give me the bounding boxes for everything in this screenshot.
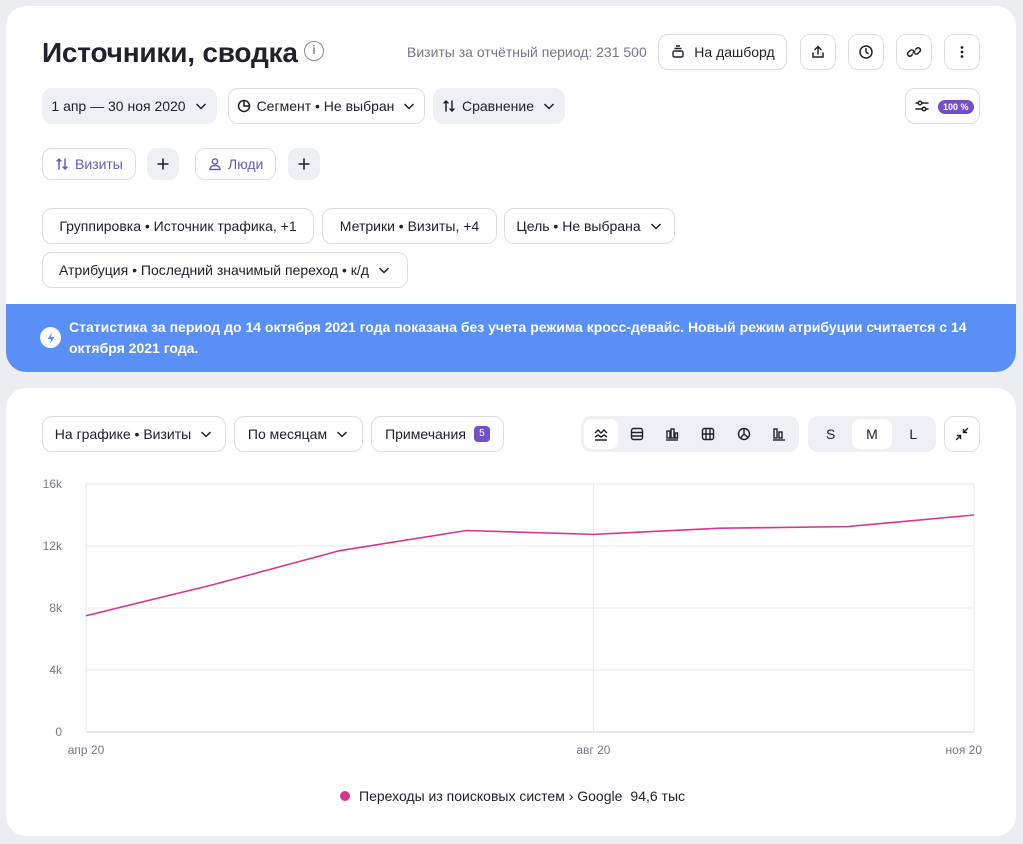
- cross-device-banner: Статистика за период до 14 октября 2021 …: [6, 304, 1016, 372]
- export-button[interactable]: [800, 34, 836, 70]
- data-point: [84, 614, 88, 618]
- data-point: [591, 532, 595, 536]
- info-icon[interactable]: i: [304, 41, 324, 61]
- attribution-select[interactable]: Атрибуция • Последний значимый переход •…: [42, 252, 408, 288]
- segment-label: Сегмент • Не выбран: [256, 98, 395, 114]
- date-range-select[interactable]: 1 апр — 30 ноя 2020: [42, 88, 217, 124]
- y-tick-label: 8k: [49, 601, 63, 615]
- goal-label: Цель • Не выбрана: [516, 218, 641, 234]
- data-point: [972, 513, 976, 517]
- segment-pie-icon: [237, 99, 251, 113]
- data-point: [718, 526, 722, 530]
- clock-icon: [858, 44, 874, 60]
- chart-legend: Переходы из поисковых систем › Google 94…: [340, 788, 685, 804]
- lightning-icon: [40, 327, 61, 348]
- date-range-label: 1 апр — 30 ноя 2020: [51, 98, 186, 114]
- grouping-select[interactable]: Группировка • Источник трафика, +1: [42, 208, 314, 244]
- entity-people-chip[interactable]: Люди: [195, 148, 277, 180]
- link-icon: [906, 44, 922, 60]
- history-button[interactable]: [848, 34, 884, 70]
- compare-icon: [442, 99, 456, 113]
- add-visit-entity-button[interactable]: [147, 148, 179, 180]
- series-line: [85, 514, 975, 617]
- more-button[interactable]: [944, 34, 980, 70]
- dashboard-icon: [670, 44, 686, 60]
- legend-series-name: Переходы из поисковых систем › Google: [359, 788, 623, 804]
- upload-icon: [810, 44, 826, 60]
- comparison-label: Сравнение: [462, 98, 534, 114]
- plus-icon: [297, 157, 311, 171]
- chevron-down-icon: [402, 99, 416, 113]
- banner-text: Статистика за период до 14 октября 2021 …: [69, 319, 967, 356]
- entity-people-label: Люди: [228, 156, 264, 172]
- add-people-entity-button[interactable]: [288, 148, 320, 180]
- y-tick-label: 0: [55, 725, 62, 739]
- x-tick-label: апр 20: [68, 743, 105, 757]
- entity-visits-chip[interactable]: Визиты: [42, 148, 136, 180]
- chevron-down-icon: [542, 99, 556, 113]
- sampling-settings-button[interactable]: 100 %: [905, 88, 980, 124]
- data-point: [845, 524, 849, 528]
- report-header-card: Источники, сводка i Визиты за отчётный п…: [6, 6, 1016, 372]
- chevron-down-icon: [194, 99, 208, 113]
- x-tick-label: ноя 20: [946, 743, 983, 757]
- comparison-select[interactable]: Сравнение: [433, 88, 565, 124]
- more-vertical-icon: [954, 44, 970, 60]
- metrics-select[interactable]: Метрики • Визиты, +4: [322, 208, 497, 244]
- add-to-dashboard-label: На дашборд: [694, 44, 775, 60]
- visits-total: Визиты за отчётный период: 231 500: [407, 44, 647, 60]
- segment-select[interactable]: Сегмент • Не выбран: [228, 88, 425, 124]
- chevron-down-icon: [377, 263, 391, 277]
- legend-dot: [340, 791, 350, 801]
- data-point: [338, 548, 342, 552]
- grouping-label: Группировка • Источник трафика, +1: [59, 218, 297, 234]
- y-tick-label: 16k: [43, 477, 63, 491]
- attribution-label: Атрибуция • Последний значимый переход •…: [59, 262, 369, 278]
- person-icon: [208, 157, 222, 171]
- y-tick-label: 12k: [43, 539, 63, 553]
- sampling-badge: 100 %: [938, 100, 974, 114]
- metrics-label: Метрики • Визиты, +4: [339, 218, 480, 234]
- visits-icon: [55, 157, 69, 171]
- plus-icon: [156, 157, 170, 171]
- visits-line-chart: 0 4k 8k 12k 16k апр 20 авг 20 ноя 20: [43, 477, 983, 757]
- goal-select[interactable]: Цель • Не выбрана: [504, 208, 675, 244]
- x-tick-label: авг 20: [576, 743, 610, 757]
- sliders-icon: [914, 98, 930, 114]
- page-title: Источники, сводка: [42, 37, 298, 68]
- data-point: [211, 583, 215, 587]
- data-point: [464, 528, 468, 532]
- chart-card: На графике • Визиты По месяцам Примечани…: [6, 388, 1016, 836]
- y-tick-label: 4k: [49, 663, 63, 677]
- entity-visits-label: Визиты: [75, 156, 123, 172]
- chevron-down-icon: [649, 219, 663, 233]
- legend-series-total: 94,6 тыс: [630, 788, 686, 804]
- copy-link-button[interactable]: [896, 34, 932, 70]
- add-to-dashboard-button[interactable]: На дашборд: [658, 34, 787, 70]
